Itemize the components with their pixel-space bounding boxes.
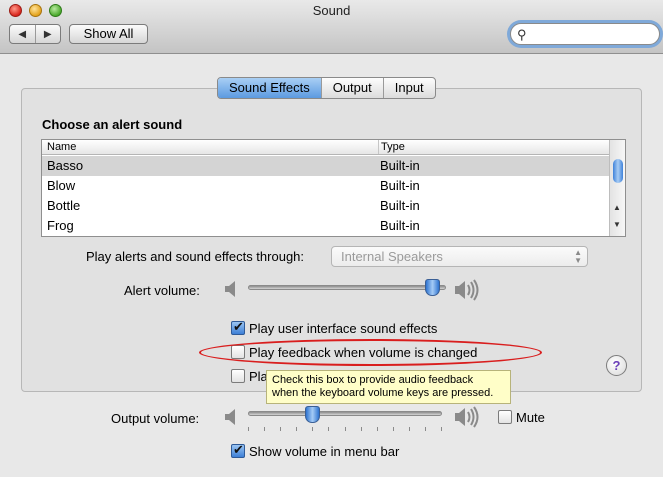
show-volume-menubar-checkbox[interactable] xyxy=(231,442,245,458)
scroll-up-arrow-icon[interactable]: ▲ xyxy=(613,203,621,212)
column-header-type[interactable]: Type xyxy=(378,140,405,154)
output-device-value: Internal Speakers xyxy=(341,249,443,264)
scrollbar-thumb[interactable] xyxy=(613,159,623,183)
tab-sound-effects[interactable]: Sound Effects xyxy=(218,78,321,98)
table-row[interactable]: Frog Built-in xyxy=(42,216,609,236)
alert-volume-knob[interactable] xyxy=(425,279,441,296)
ui-sound-effects-checkbox[interactable] xyxy=(231,319,245,335)
table-header: Name Type xyxy=(42,140,609,155)
help-button[interactable]: ? xyxy=(606,355,627,376)
alert-volume-track[interactable] xyxy=(248,285,446,290)
table-row[interactable]: Blow Built-in xyxy=(42,176,609,196)
output-speaker-low-icon xyxy=(224,408,238,430)
column-header-name[interactable]: Name xyxy=(47,141,76,153)
tab-input[interactable]: Input xyxy=(382,78,435,98)
volume-feedback-label: Play feedback when volume is changed xyxy=(249,345,478,360)
play-through-label: Play alerts and sound effects through: xyxy=(86,249,305,264)
row-name: Blow xyxy=(47,178,76,193)
speaker-low-icon xyxy=(224,280,238,302)
window-toolbar: Sound ◀ ▶ Show All ⚲ xyxy=(0,0,663,54)
output-volume-track[interactable] xyxy=(248,411,442,416)
volume-feedback-checkbox[interactable] xyxy=(231,345,245,359)
search-field[interactable]: ⚲ xyxy=(510,23,660,45)
tooltip-line-2: when the keyboard volume keys are presse… xyxy=(272,387,494,399)
search-icon: ⚲ xyxy=(517,27,527,42)
tab-bar: Sound Effects Output Input xyxy=(217,77,436,99)
alert-sound-table[interactable]: Name Type Basso Built-in Blow Built-in B… xyxy=(41,139,626,237)
search-input[interactable] xyxy=(531,26,655,42)
show-all-button[interactable]: Show All xyxy=(69,24,148,44)
table-scrollbar[interactable]: ▲ ▼ xyxy=(609,140,625,236)
tooltip-line-1: Check this box to provide audio feedback xyxy=(272,374,474,386)
row-type: Built-in xyxy=(380,198,420,213)
table-row[interactable]: Basso Built-in xyxy=(42,156,609,176)
back-forward-control: ◀ ▶ xyxy=(9,24,61,44)
row-type: Built-in xyxy=(380,218,420,233)
ui-sound-effects-label: Play user interface sound effects xyxy=(249,321,438,336)
front-row-label: Play Front Row sound effects xyxy=(249,369,266,384)
row-name: Frog xyxy=(47,218,74,233)
alert-sound-heading: Choose an alert sound xyxy=(42,117,183,132)
scroll-down-arrow-icon[interactable]: ▼ xyxy=(613,220,621,229)
alert-volume-label: Alert volume: xyxy=(124,283,200,298)
window-title: Sound xyxy=(312,3,351,18)
output-speaker-high-icon xyxy=(454,406,482,432)
output-volume-ticks xyxy=(248,427,442,431)
row-type: Built-in xyxy=(380,158,420,173)
feedback-tooltip: Check this box to provide audio feedback… xyxy=(266,370,511,404)
speaker-high-icon xyxy=(454,279,482,305)
show-volume-menubar-label: Show volume in menu bar xyxy=(249,444,400,459)
row-type: Built-in xyxy=(380,178,420,193)
row-name: Bottle xyxy=(47,198,81,213)
output-device-popup[interactable]: Internal Speakers ▲ ▼ xyxy=(331,246,588,267)
front-row-checkbox[interactable] xyxy=(231,369,245,383)
table-row[interactable]: Bottle Built-in xyxy=(42,196,609,216)
forward-arrow-icon[interactable]: ▶ xyxy=(34,25,61,43)
tab-output[interactable]: Output xyxy=(320,78,383,98)
mute-checkbox[interactable] xyxy=(498,410,512,424)
output-volume-label: Output volume: xyxy=(111,411,200,426)
popup-arrows-icon: ▲ ▼ xyxy=(574,248,582,265)
mute-label: Mute xyxy=(516,410,545,425)
back-arrow-icon[interactable]: ◀ xyxy=(10,25,35,43)
output-volume-knob[interactable] xyxy=(305,406,321,423)
row-name: Basso xyxy=(47,158,84,173)
